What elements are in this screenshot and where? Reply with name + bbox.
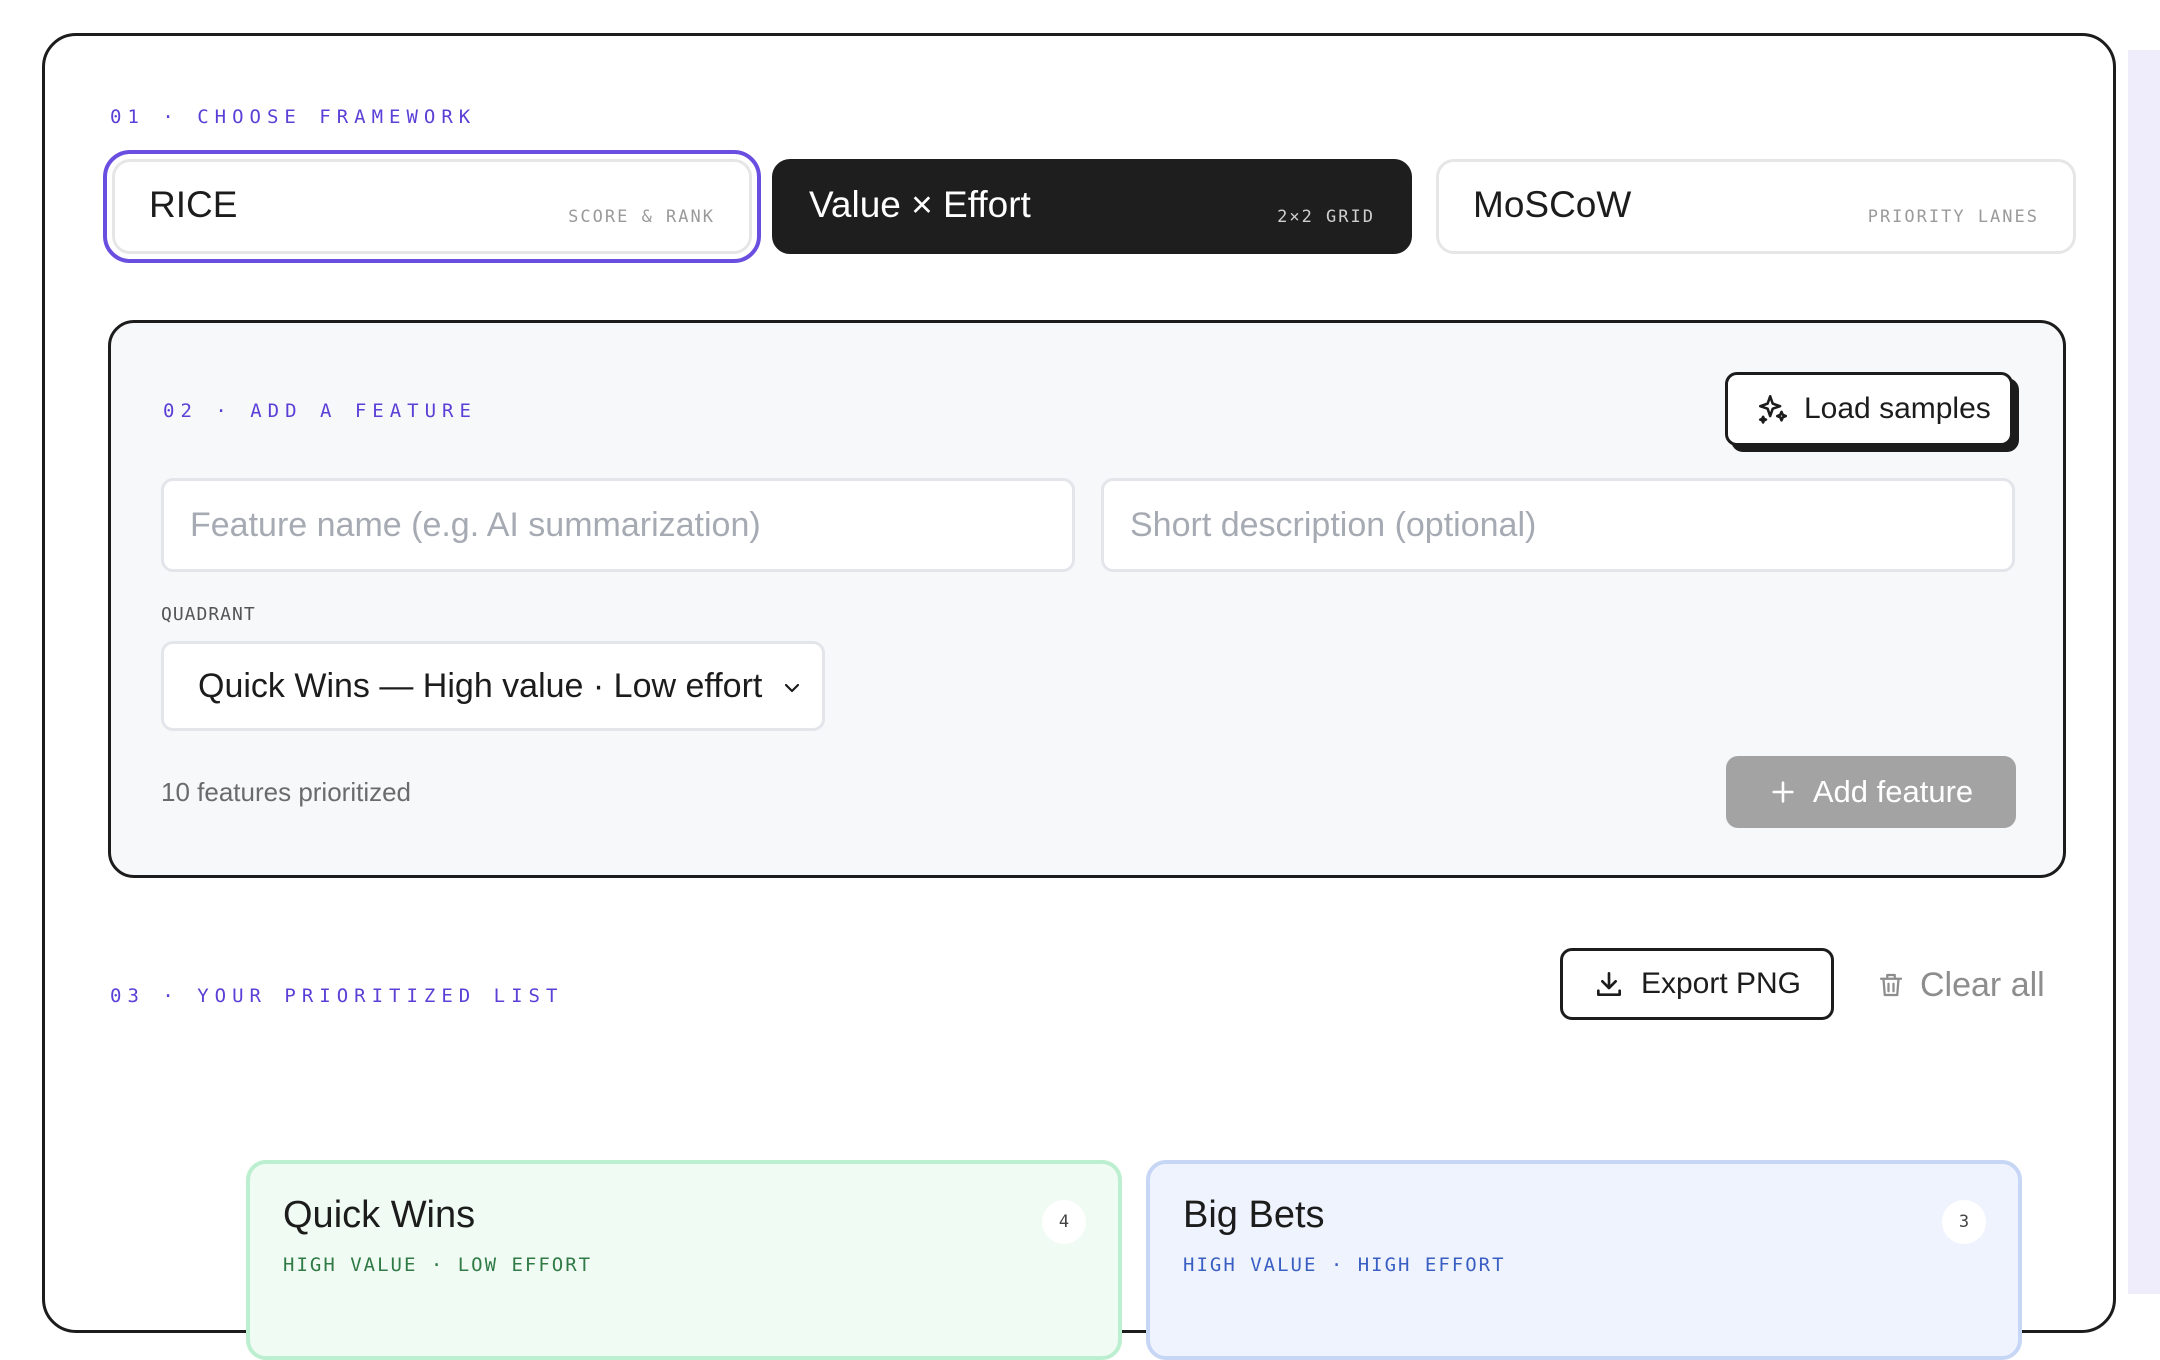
clear-all-button[interactable]: Clear all bbox=[1876, 960, 2045, 1010]
load-samples-label: Load samples bbox=[1804, 392, 1991, 425]
add-feature-button[interactable]: Add feature bbox=[1726, 756, 2016, 828]
quadrant-count-badge: 4 bbox=[1042, 1200, 1086, 1244]
quadrant-title: Big Bets bbox=[1183, 1194, 1325, 1236]
sparkles-icon bbox=[1756, 392, 1790, 426]
quadrant-title: Quick Wins bbox=[283, 1194, 476, 1236]
trash-icon bbox=[1876, 970, 1906, 1000]
feature-name-input[interactable] bbox=[161, 478, 1075, 572]
feature-description-input[interactable] bbox=[1101, 478, 2015, 572]
add-feature-label: Add feature bbox=[1812, 774, 1974, 809]
clear-all-label: Clear all bbox=[1920, 965, 2045, 1004]
framework-subtitle: 2×2 GRID bbox=[1277, 207, 1375, 227]
quadrant-subtitle: HIGH VALUE · LOW EFFORT bbox=[283, 1254, 593, 1276]
features-count: 10 features prioritized bbox=[161, 777, 412, 807]
section-label-framework: 01 · CHOOSE FRAMEWORK bbox=[110, 106, 477, 128]
framework-name: RICE bbox=[149, 184, 238, 225]
export-png-button[interactable]: Export PNG bbox=[1560, 948, 1834, 1020]
quadrant-quick-wins: Quick Wins HIGH VALUE · LOW EFFORT 4 bbox=[246, 1160, 1122, 1360]
framework-card-rice[interactable]: RICE SCORE & RANK bbox=[103, 150, 761, 263]
quadrant-big-bets: Big Bets HIGH VALUE · HIGH EFFORT 3 bbox=[1146, 1160, 2022, 1360]
framework-subtitle: PRIORITY LANES bbox=[1867, 207, 2039, 227]
plus-icon bbox=[1769, 778, 1797, 806]
framework-card-value-effort[interactable]: Value × Effort 2×2 GRID bbox=[772, 159, 1412, 254]
framework-name: Value × Effort bbox=[809, 184, 1031, 225]
load-samples-button[interactable]: Load samples bbox=[1725, 372, 2013, 446]
section-label-prioritized-list: 03 · YOUR PRIORITIZED LIST bbox=[110, 985, 564, 1007]
framework-subtitle: SCORE & RANK bbox=[568, 207, 715, 227]
download-icon bbox=[1593, 968, 1625, 1000]
page-shadow bbox=[2128, 50, 2160, 1294]
chevron-down-icon bbox=[780, 676, 804, 700]
export-png-label: Export PNG bbox=[1640, 967, 1802, 1000]
quadrant-select[interactable]: Quick Wins — High value · Low effort bbox=[161, 641, 825, 731]
quadrant-field-label: QUADRANT bbox=[161, 604, 256, 625]
section-label-add-feature: 02 · ADD A FEATURE bbox=[163, 400, 477, 422]
framework-name: MoSCoW bbox=[1473, 184, 1632, 225]
quadrant-count-badge: 3 bbox=[1942, 1200, 1986, 1244]
framework-card-moscow[interactable]: MoSCoW PRIORITY LANES bbox=[1436, 159, 2076, 254]
quadrant-select-value: Quick Wins — High value · Low effort bbox=[198, 666, 763, 705]
quadrant-subtitle: HIGH VALUE · HIGH EFFORT bbox=[1183, 1254, 1506, 1276]
